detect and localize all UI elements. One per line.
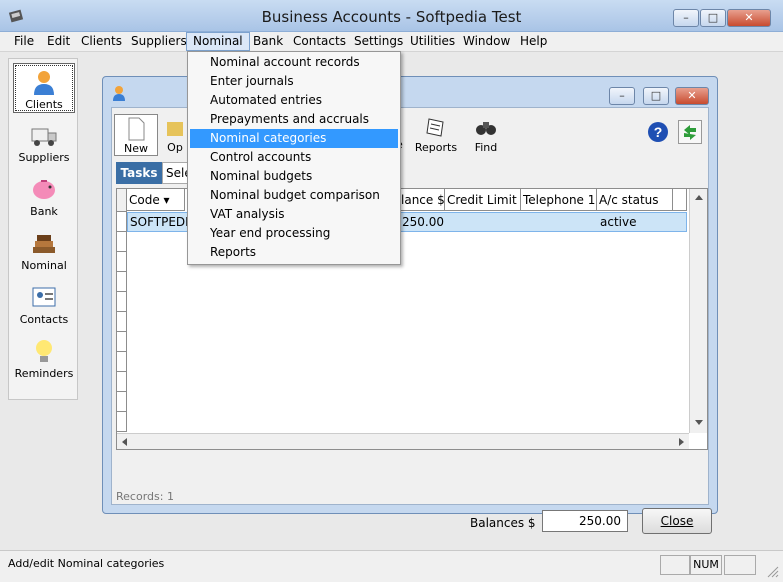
child-maximize-button[interactable]: □ bbox=[643, 87, 669, 105]
new-document-icon bbox=[128, 117, 145, 141]
column-header-filler bbox=[673, 189, 687, 211]
menu-item-control-accounts[interactable]: Control accounts bbox=[190, 148, 398, 167]
reports-button[interactable]: Reports bbox=[414, 114, 458, 156]
nav-clients[interactable]: Clients bbox=[13, 63, 75, 113]
new-button[interactable]: New bbox=[114, 114, 158, 156]
menu-item-prepayments-accruals[interactable]: Prepayments and accruals bbox=[190, 110, 398, 129]
find-button-label: Find bbox=[474, 141, 498, 154]
scroll-left-icon[interactable] bbox=[117, 434, 133, 450]
close-window-button[interactable]: ✕ bbox=[727, 9, 771, 27]
open-icon bbox=[167, 122, 183, 136]
child-minimize-button[interactable]: – bbox=[609, 87, 635, 105]
open-button-label: Op bbox=[167, 141, 183, 154]
svg-text:?: ? bbox=[654, 124, 663, 140]
scroll-down-icon[interactable] bbox=[690, 413, 708, 431]
reminders-icon bbox=[36, 340, 52, 362]
nav-sidebar: Clients Suppliers Bank Nominal Contacts … bbox=[8, 58, 78, 400]
column-header-code[interactable]: Code ▾ bbox=[127, 189, 185, 211]
status-bar: Add/edit Nominal categories NUM bbox=[0, 550, 783, 582]
status-panel-scroll bbox=[724, 555, 756, 575]
column-header-credit-limit[interactable]: Credit Limit $ bbox=[445, 189, 521, 211]
menu-window[interactable]: Window bbox=[457, 32, 516, 51]
menu-item-nominal-budgets[interactable]: Nominal budgets bbox=[190, 167, 398, 186]
menu-nominal[interactable]: Nominal bbox=[186, 32, 250, 51]
row-header-column bbox=[117, 212, 127, 432]
reports-button-label: Reports bbox=[414, 141, 458, 154]
balances-field: 250.00 bbox=[542, 510, 628, 532]
cell-code[interactable]: SOFTPEDI bbox=[127, 212, 187, 232]
nav-suppliers[interactable]: Suppliers bbox=[13, 117, 75, 167]
resize-grip-icon[interactable] bbox=[766, 565, 780, 579]
column-header-telephone[interactable]: Telephone 1 bbox=[521, 189, 597, 211]
scroll-up-icon[interactable] bbox=[690, 189, 708, 207]
nav-contacts-label: Contacts bbox=[19, 313, 69, 326]
menu-settings[interactable]: Settings bbox=[348, 32, 409, 51]
nav-reminders[interactable]: Reminders bbox=[13, 333, 75, 383]
new-button-label: New bbox=[124, 142, 148, 155]
tab-tasks[interactable]: Tasks bbox=[116, 162, 162, 184]
child-close-button[interactable]: ✕ bbox=[675, 87, 709, 105]
menu-item-nominal-categories[interactable]: Nominal categories bbox=[190, 129, 398, 148]
maximize-button[interactable]: □ bbox=[700, 9, 726, 27]
help-button[interactable]: ? bbox=[646, 120, 670, 144]
minimize-button[interactable]: – bbox=[673, 9, 699, 27]
nominal-icon bbox=[33, 235, 55, 253]
nominal-dropdown-menu: Nominal account records Enter journals A… bbox=[187, 51, 401, 265]
nav-nominal-label: Nominal bbox=[21, 259, 67, 272]
refresh-icon bbox=[684, 125, 696, 140]
nav-suppliers-label: Suppliers bbox=[18, 151, 70, 164]
nav-bank-label: Bank bbox=[30, 205, 58, 218]
menu-item-enter-journals[interactable]: Enter journals bbox=[190, 72, 398, 91]
menu-item-reports[interactable]: Reports bbox=[190, 243, 398, 262]
menu-item-nominal-budget-comparison[interactable]: Nominal budget comparison bbox=[190, 186, 398, 205]
menu-item-year-end-processing[interactable]: Year end processing bbox=[190, 224, 398, 243]
records-count: Records: 1 bbox=[116, 490, 174, 503]
cell-balance[interactable]: 250.00 bbox=[399, 212, 445, 232]
status-text: Add/edit Nominal categories bbox=[8, 557, 165, 570]
menu-item-vat-analysis[interactable]: VAT analysis bbox=[190, 205, 398, 224]
clients-icon bbox=[34, 71, 54, 95]
bank-icon bbox=[33, 180, 55, 199]
nav-contacts[interactable]: Contacts bbox=[13, 279, 75, 329]
reports-icon bbox=[426, 118, 444, 137]
scroll-right-icon[interactable] bbox=[673, 434, 689, 450]
nav-reminders-label: Reminders bbox=[14, 367, 74, 380]
menu-bank[interactable]: Bank bbox=[247, 32, 289, 51]
menu-contacts[interactable]: Contacts bbox=[287, 32, 352, 51]
status-panel-num: NUM bbox=[690, 555, 722, 575]
menu-item-nominal-account-records[interactable]: Nominal account records bbox=[190, 53, 398, 72]
help-icon: ? bbox=[648, 122, 668, 142]
horizontal-scrollbar[interactable] bbox=[117, 433, 689, 449]
suppliers-icon bbox=[31, 128, 57, 146]
column-header-status[interactable]: A/c status bbox=[597, 189, 673, 211]
menu-file[interactable]: File bbox=[8, 32, 40, 51]
open-button[interactable]: Op bbox=[162, 114, 188, 156]
menu-item-automated-entries[interactable]: Automated entries bbox=[190, 91, 398, 110]
menu-utilities[interactable]: Utilities bbox=[404, 32, 461, 51]
menu-clients[interactable]: Clients bbox=[75, 32, 128, 51]
window-title: Business Accounts - Softpedia Test bbox=[261, 8, 522, 26]
title-bar: Business Accounts - Softpedia Test – □ ✕ bbox=[0, 0, 783, 32]
binoculars-icon bbox=[476, 122, 496, 135]
find-button[interactable]: Find bbox=[464, 114, 508, 156]
menu-suppliers[interactable]: Suppliers bbox=[125, 32, 193, 51]
close-button[interactable]: Close bbox=[642, 508, 712, 534]
row-header-cell bbox=[117, 189, 127, 212]
refresh-button[interactable] bbox=[678, 120, 702, 144]
menu-help[interactable]: Help bbox=[514, 32, 553, 51]
cell-status[interactable]: active bbox=[597, 212, 673, 232]
vertical-scrollbar[interactable] bbox=[689, 189, 707, 433]
menu-edit[interactable]: Edit bbox=[41, 32, 76, 51]
menu-bar: File Edit Clients Suppliers Nominal Bank… bbox=[0, 32, 783, 52]
nav-clients-label: Clients bbox=[25, 98, 63, 111]
status-panel-caps bbox=[660, 555, 690, 575]
child-window-icon bbox=[111, 85, 127, 101]
balances-label: Balances $ bbox=[470, 516, 536, 530]
column-header-balance[interactable]: lance $ bbox=[399, 189, 445, 211]
contacts-icon bbox=[32, 287, 56, 307]
nav-bank[interactable]: Bank bbox=[13, 171, 75, 221]
nav-nominal[interactable]: Nominal bbox=[13, 225, 75, 275]
